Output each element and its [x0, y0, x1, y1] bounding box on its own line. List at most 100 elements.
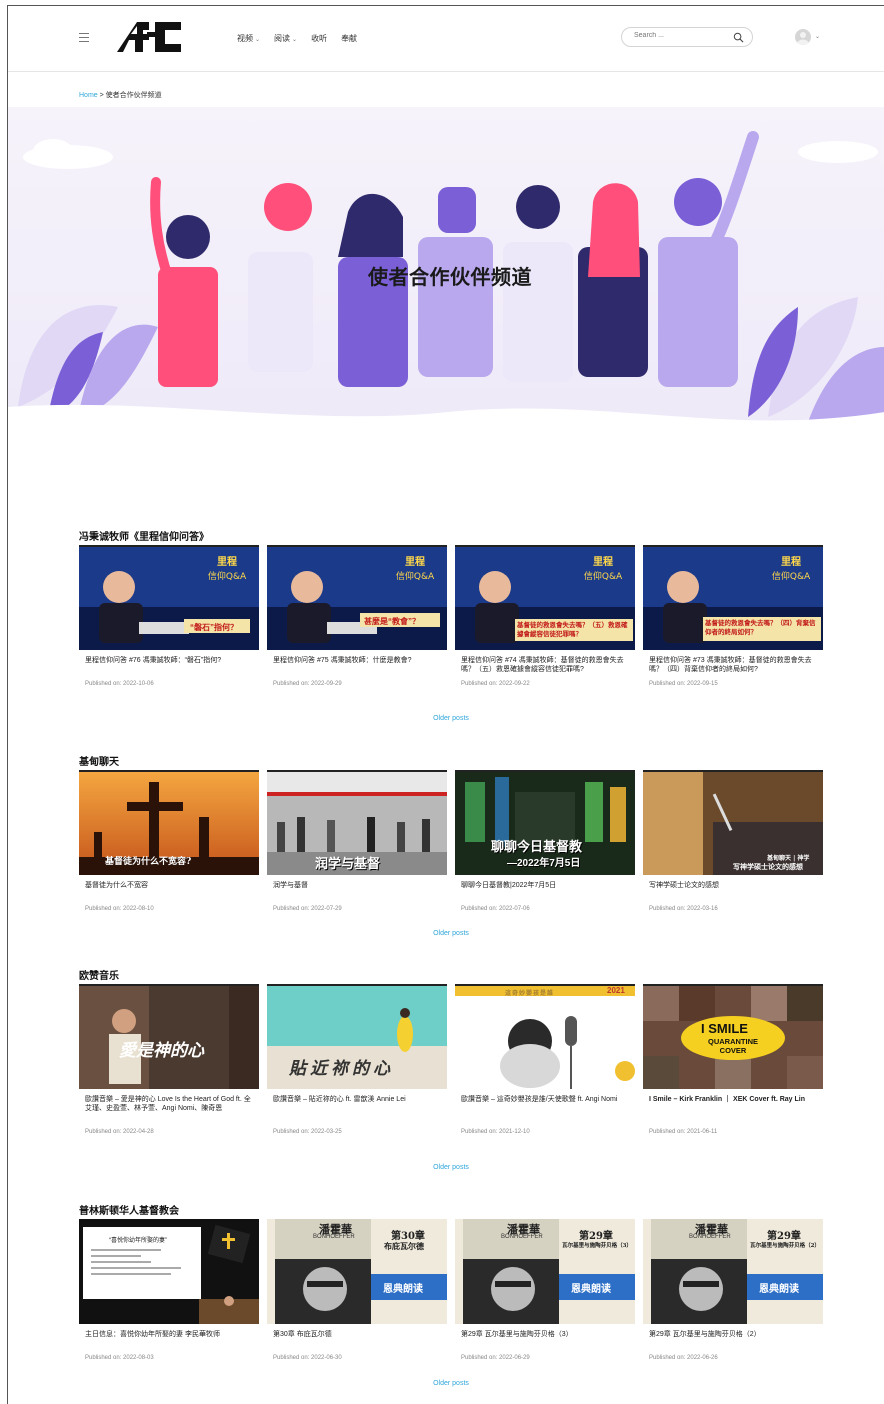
svg-text:信仰Q&A: 信仰Q&A [396, 570, 435, 582]
post-date: Published on: 2022-08-10 [85, 906, 154, 912]
post-date: Published on: 2022-07-29 [273, 906, 342, 912]
breadcrumb-current: 使者合作伙伴频道 [105, 92, 162, 99]
hero-banner: 使者合作伙伴频道 [8, 107, 884, 443]
section-ouzan-music: 欧赞音乐 愛是神的心 歐讚音樂 – 愛是神的心 Love Is the Hear… [79, 967, 823, 1177]
post-card[interactable]: 基督徒为什么不宽容? 基督徒为什么不宽容 Published on: 2022-… [79, 770, 259, 912]
post-thumbnail[interactable]: 里程 信仰Q&A “磐石”指何？ [79, 545, 259, 650]
older-posts-link[interactable]: Older posts [79, 930, 823, 937]
svg-text:里程: 里程 [781, 555, 801, 568]
post-card[interactable]: 潘霍華 BONHOEFFER 第29章 瓦尔基里与施陶芬贝格（2） 恩典朗读 第… [643, 1219, 823, 1361]
post-thumbnail[interactable]: 愛是神的心 [79, 984, 259, 1089]
post-card[interactable]: 這奇妙嬰孩是誰 2021 歐讚音樂 – 這奇妙嬰孩是誰/天使歌聲 ft. Ang… [455, 984, 635, 1135]
post-card[interactable]: 润学与基督 润学与基督 Published on: 2022-07-29 [267, 770, 447, 912]
post-thumbnail[interactable]: 潘霍華 BONHOEFFER 第29章 瓦尔基里与施陶芬贝格（2） 恩典朗读 [643, 1219, 823, 1324]
post-title[interactable]: 第30章 布庇瓦尔德 [273, 1330, 441, 1350]
post-card[interactable]: I SMILE QUARANTINE COVER I Smile – Kirk … [643, 984, 823, 1135]
post-title[interactable]: I Smile – Kirk Franklin ｜ XEK Cover ft. … [649, 1095, 817, 1124]
post-title[interactable]: 主日信息：喜悦你幼年所娶的妻 李民華牧师 [85, 1330, 253, 1350]
post-title[interactable]: 歐讚音樂 – 愛是神的心 Love Is the Heart of God ft… [85, 1095, 253, 1124]
search-input[interactable] [634, 32, 729, 39]
post-card[interactable]: 里程 信仰Q&A “磐石”指何？ 里程信仰问答 #76 馮秉誠牧師：“磐石”指何?… [79, 545, 259, 687]
hamburger-menu-icon[interactable] [79, 33, 89, 42]
post-title[interactable]: 基督徒为什么不宽容 [85, 881, 253, 901]
main-nav: 视频 ⌄ 阅读 ⌄ 收听 奉献 [237, 33, 371, 44]
post-grid: 里程 信仰Q&A “磐石”指何？ 里程信仰问答 #76 馮秉誠牧師：“磐石”指何?… [79, 545, 823, 695]
breadcrumb-home-link[interactable]: Home [79, 92, 98, 99]
post-date: Published on: 2022-06-26 [649, 1355, 718, 1361]
post-date: Published on: 2022-10-06 [85, 681, 154, 687]
post-card[interactable]: 里程 信仰Q&A 甚麼是“教會”？ 里程信仰问答 #75 馮秉誠牧師：什麼是教會?… [267, 545, 447, 687]
nav-item-listen[interactable]: 收听 [311, 33, 327, 44]
section-title: 基甸聊天 [79, 757, 119, 768]
post-card[interactable]: 里程 信仰Q&A 基督徒的救恩會失去嗎？（四）背棄信仰者的終局如何？ 里程信仰问答… [643, 545, 823, 687]
chevron-down-icon[interactable]: ⌄ [815, 33, 820, 40]
older-posts-link[interactable]: Older posts [79, 715, 823, 722]
svg-text:信仰Q&A: 信仰Q&A [584, 570, 623, 582]
post-thumbnail[interactable]: 基甸聊天 | 神学 写神学硕士论文的感想 [643, 770, 823, 875]
chevron-down-icon: ⌄ [292, 37, 298, 43]
post-date: Published on: 2022-03-25 [273, 1129, 342, 1135]
post-thumbnail[interactable]: 里程 信仰Q&A 甚麼是“教會”？ [267, 545, 447, 650]
post-date: Published on: 2022-09-29 [273, 681, 342, 687]
svg-text:里程: 里程 [405, 555, 425, 568]
post-date: Published on: 2022-09-22 [461, 681, 530, 687]
post-title[interactable]: 第29章 瓦尔基里与施陶芬贝格（3） [461, 1330, 629, 1350]
post-title[interactable]: 第29章 瓦尔基里与施陶芬贝格（2） [649, 1330, 817, 1350]
post-card[interactable]: 貼近祢的心 歐讚音樂 – 貼近祢的心 ft. 雷歆渼 Annie Lei Pub… [267, 984, 447, 1135]
post-card[interactable]: 基甸聊天 | 神学 写神学硕士论文的感想 写神学硕士论文的感想 Publishe… [643, 770, 823, 912]
post-thumbnail[interactable]: I SMILE QUARANTINE COVER [643, 984, 823, 1089]
post-grid: 愛是神的心 歐讚音樂 – 愛是神的心 Love Is the Heart of … [79, 984, 823, 1135]
post-date: Published on: 2022-08-03 [85, 1355, 154, 1361]
post-thumbnail[interactable]: 貼近祢的心 [267, 984, 447, 1089]
user-avatar-icon[interactable] [795, 29, 811, 45]
page-frame: AFC 视频⌄ 阅读⌄ 收听 奉献 ⌄ Home > 使者合作伙伴频道 [7, 5, 884, 1404]
post-title[interactable]: 里程信仰问答 #76 馮秉誠牧師：“磐石”指何? [85, 656, 253, 676]
post-thumbnail[interactable]: “喜悦你幼年所娶的妻” [79, 1219, 259, 1324]
post-grid: “喜悦你幼年所娶的妻” 主日信息：喜悦你幼年所娶的妻 李民華牧师 Publish… [79, 1219, 823, 1369]
search-icon[interactable] [733, 32, 744, 43]
breadcrumb: Home > 使者合作伙伴频道 [79, 92, 162, 99]
post-title[interactable]: 歐讚音樂 – 貼近祢的心 ft. 雷歆渼 Annie Lei [273, 1095, 441, 1124]
svg-text:里程: 里程 [593, 555, 613, 568]
post-title[interactable]: 里程信仰问答 #74 馮秉誠牧師：基督徒的救恩會失去嗎？（五）救恩確據會縱容信徒… [461, 656, 629, 676]
post-card[interactable]: 聊聊今日基督教 —2022年7月5日 聊聊今日基督教|2022年7月5日 Pub… [455, 770, 635, 912]
post-thumbnail[interactable]: 這奇妙嬰孩是誰 2021 [455, 984, 635, 1089]
post-title[interactable]: 里程信仰问答 #75 馮秉誠牧師：什麼是教會? [273, 656, 441, 676]
post-date: Published on: 2022-07-06 [461, 906, 530, 912]
post-card[interactable]: 潘霍華 BONHOEFFER 第30章 布庇瓦尔德 恩典朗读 第30章 布庇瓦尔… [267, 1219, 447, 1361]
svg-text:信仰Q&A: 信仰Q&A [208, 570, 247, 582]
post-thumbnail[interactable]: 基督徒为什么不宽容? [79, 770, 259, 875]
post-title[interactable]: 润学与基督 [273, 881, 441, 901]
post-title[interactable]: 写神学硕士论文的感想 [649, 881, 817, 901]
nav-item-videos[interactable]: 视频 ⌄ [237, 33, 260, 44]
site-header: AFC 视频⌄ 阅读⌄ 收听 奉献 ⌄ [8, 6, 884, 72]
post-date: Published on: 2022-06-29 [461, 1355, 530, 1361]
post-title[interactable]: 歐讚音樂 – 這奇妙嬰孩是誰/天使歌聲 ft. Angi Nomi [461, 1095, 629, 1124]
section-faith-qa: 冯秉诚牧师《里程信仰问答》 里程 信仰Q&A “磐石”指何？ 里程信仰问答 #76… [79, 528, 823, 728]
post-date: Published on: 2021-12-10 [461, 1129, 530, 1135]
svg-text:信仰Q&A: 信仰Q&A [772, 570, 811, 582]
older-posts-link[interactable]: Older posts [79, 1380, 823, 1387]
post-title[interactable]: 聊聊今日基督教|2022年7月5日 [461, 881, 629, 901]
post-date: Published on: 2021-06-11 [649, 1129, 718, 1135]
post-thumbnail[interactable]: 潘霍華 BONHOEFFER 第30章 布庇瓦尔德 恩典朗读 [267, 1219, 447, 1324]
nav-item-give[interactable]: 奉献 [341, 33, 357, 44]
post-title[interactable]: 里程信仰问答 #73 馮秉誠牧師：基督徒的救恩會失去嗎？（四）背棄信仰者的終局如… [649, 656, 817, 676]
post-card[interactable]: 愛是神的心 歐讚音樂 – 愛是神的心 Love Is the Heart of … [79, 984, 259, 1135]
post-card[interactable]: 里程 信仰Q&A 基督徒的救恩會失去嗎？（五）救恩確據會縱容信徒犯罪嗎？ 里程信仰… [455, 545, 635, 687]
section-gideon-chat: 基甸聊天 基督徒为什么不宽容? 基督徒为什么不宽容 Published on: … [79, 753, 823, 953]
post-thumbnail[interactable]: 聊聊今日基督教 —2022年7月5日 [455, 770, 635, 875]
post-card[interactable]: 潘霍華 BONHOEFFER 第29章 瓦尔基里与施陶芬贝格（3） 恩典朗读 第… [455, 1219, 635, 1361]
post-grid: 基督徒为什么不宽容? 基督徒为什么不宽容 Published on: 2022-… [79, 770, 823, 920]
post-thumbnail[interactable]: 潘霍華 BONHOEFFER 第29章 瓦尔基里与施陶芬贝格（3） 恩典朗读 [455, 1219, 635, 1324]
post-date: Published on: 2022-03-16 [649, 906, 718, 912]
post-date: Published on: 2022-04-28 [85, 1129, 154, 1135]
nav-item-reading[interactable]: 阅读 ⌄ [274, 33, 297, 44]
afc-logo[interactable]: AFC [115, 20, 187, 54]
post-card[interactable]: “喜悦你幼年所娶的妻” 主日信息：喜悦你幼年所娶的妻 李民華牧师 Publish… [79, 1219, 259, 1361]
post-thumbnail[interactable]: 润学与基督 [267, 770, 447, 875]
post-date: Published on: 2022-06-30 [273, 1355, 342, 1361]
post-thumbnail[interactable]: 里程 信仰Q&A 基督徒的救恩會失去嗎？（四）背棄信仰者的終局如何？ [643, 545, 823, 650]
post-thumbnail[interactable]: 里程 信仰Q&A 基督徒的救恩會失去嗎？（五）救恩確據會縱容信徒犯罪嗎？ [455, 545, 635, 650]
older-posts-link[interactable]: Older posts [79, 1164, 823, 1171]
